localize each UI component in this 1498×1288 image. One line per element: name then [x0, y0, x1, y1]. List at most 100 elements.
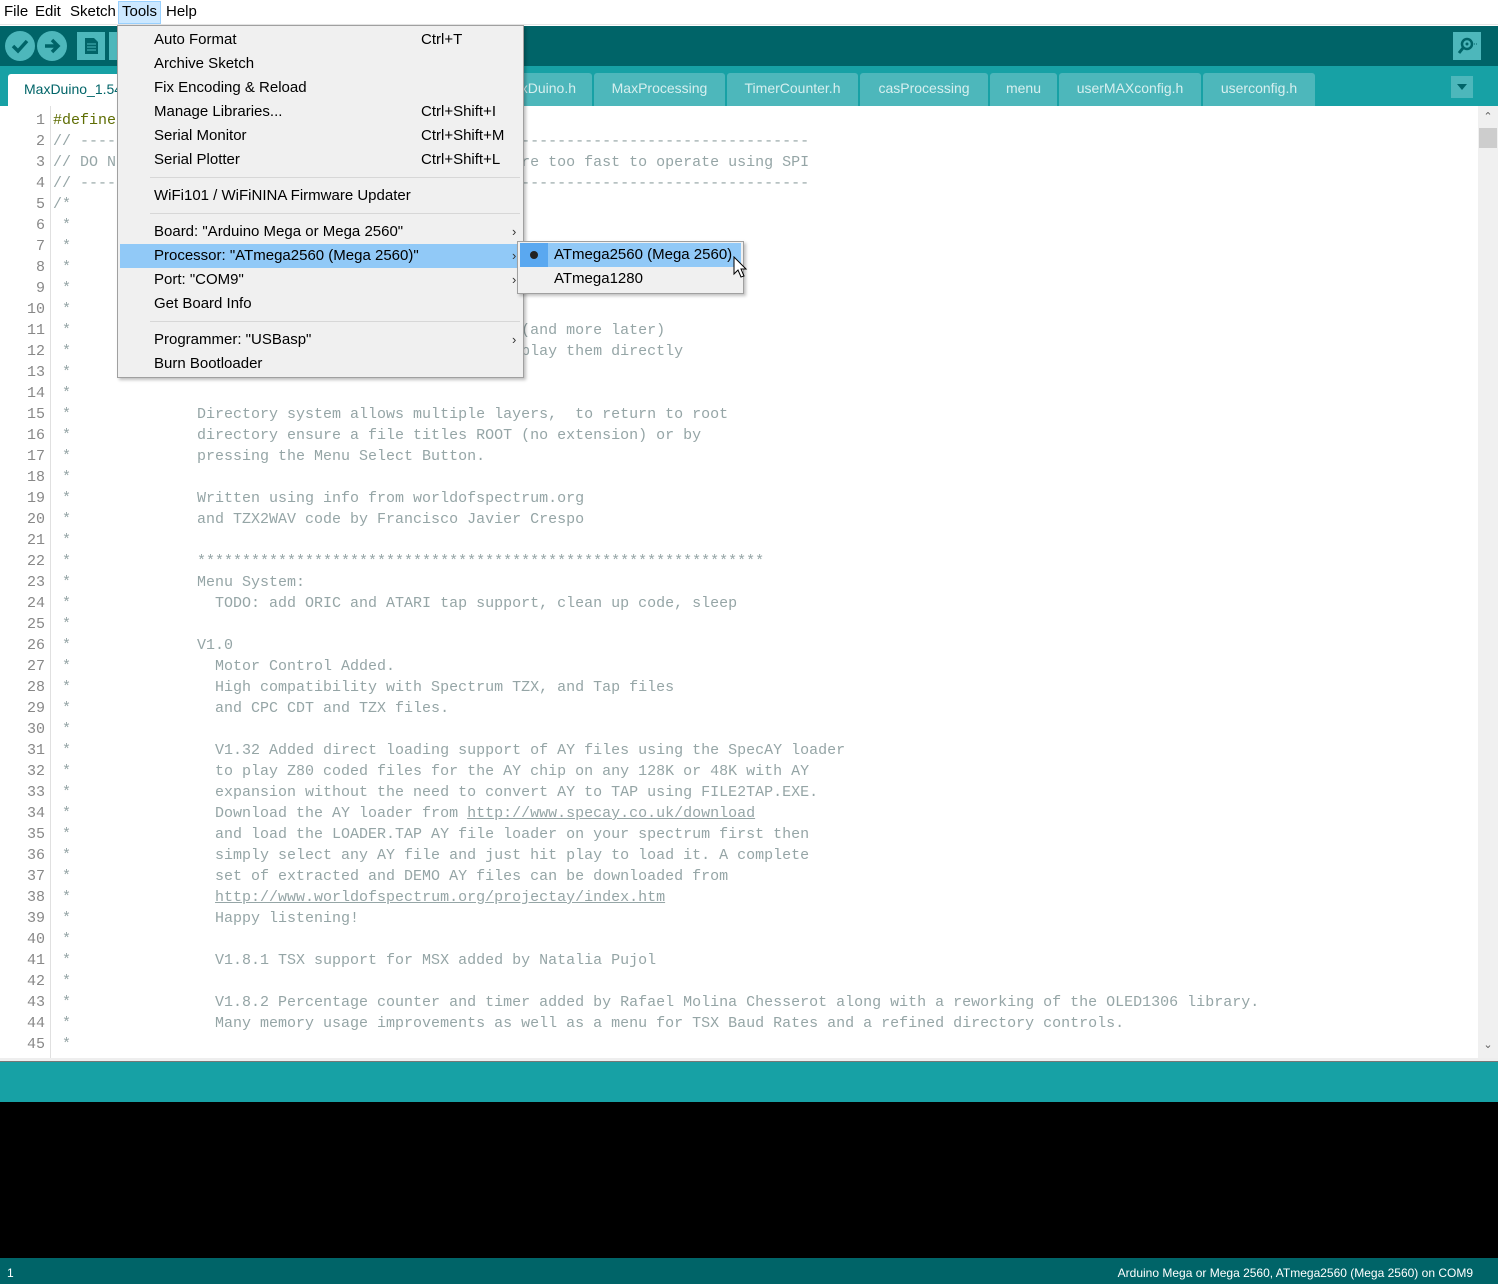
- menu-item-serial-plotter[interactable]: Serial Plotter Ctrl+Shift+L: [120, 148, 521, 172]
- code-line: 20 * and TZX2WAV code by Francisco Javie…: [0, 509, 1478, 530]
- processor-option-atmega1280[interactable]: ATmega1280: [520, 267, 741, 291]
- menu-item-processor[interactable]: Processor: "ATmega2560 (Mega 2560)" ›: [120, 244, 521, 268]
- tab-casprocessing[interactable]: casProcessing: [860, 73, 988, 106]
- code-text: *: [53, 259, 72, 276]
- code-text: *: [53, 364, 72, 381]
- menu-file[interactable]: File: [1, 1, 31, 24]
- code-text: *: [53, 217, 72, 234]
- message-area: [0, 1062, 1498, 1102]
- code-line: 43 * V1.8.2 Percentage counter and timer…: [0, 992, 1478, 1013]
- menu-item-firmware-updater[interactable]: WiFi101 / WiFiNINA Firmware Updater: [120, 184, 521, 208]
- menu-item-burn-bootloader[interactable]: Burn Bootloader: [120, 352, 521, 376]
- line-number: 4: [35, 175, 45, 192]
- code-line: 32 * to play Z80 coded files for the AY …: [0, 761, 1478, 782]
- line-number: 28: [26, 679, 45, 696]
- line-number: 3: [35, 154, 45, 171]
- shortcut: Ctrl+Shift+M: [421, 127, 505, 144]
- menu-tools[interactable]: Tools: [118, 1, 162, 24]
- menu-item-programmer[interactable]: Programmer: "USBasp" ›: [120, 328, 521, 352]
- line-number: 5: [35, 196, 45, 213]
- menu-bar: File Edit Sketch Tools Help: [0, 0, 1498, 25]
- line-number: 12: [26, 343, 45, 360]
- new-button[interactable]: [77, 32, 105, 60]
- menu-help[interactable]: Help: [163, 1, 200, 24]
- label: Manage Libraries...: [154, 103, 283, 120]
- menu-sketch[interactable]: Sketch: [67, 1, 119, 24]
- scroll-down-icon[interactable]: ⌄: [1478, 1036, 1498, 1054]
- menu-edit[interactable]: Edit: [32, 1, 64, 24]
- chevron-right-icon: ›: [512, 224, 517, 239]
- menu-item-fix-encoding[interactable]: Fix Encoding & Reload: [120, 76, 521, 100]
- menu-item-port[interactable]: Port: "COM9" ›: [120, 268, 521, 292]
- code-text: *: [53, 301, 72, 318]
- line-number: 7: [35, 238, 45, 255]
- code-text: *: [53, 532, 72, 549]
- code-line: 27 * Motor Control Added.: [0, 656, 1478, 677]
- line-number: 31: [26, 742, 45, 759]
- chevron-right-icon: ›: [512, 248, 517, 263]
- line-number: 36: [26, 847, 45, 864]
- label: Serial Monitor: [154, 127, 247, 144]
- tab-menu-button[interactable]: [1451, 76, 1473, 98]
- arrow-right-icon: [45, 38, 61, 54]
- code-line: 36 * simply select any AY file and just …: [0, 845, 1478, 866]
- line-number: 45: [26, 1036, 45, 1053]
- code-line: 23 * Menu System:: [0, 572, 1478, 593]
- code-text: * set of extracted and DEMO AY files can…: [53, 868, 729, 885]
- menu-item-auto-format[interactable]: Auto Format Ctrl+T: [120, 28, 521, 52]
- scroll-up-icon[interactable]: ⌃: [1478, 108, 1498, 126]
- menu-item-serial-monitor[interactable]: Serial Monitor Ctrl+Shift+M: [120, 124, 521, 148]
- vertical-scrollbar[interactable]: ⌃ ⌄: [1478, 106, 1498, 1058]
- tab-menu[interactable]: menu: [990, 73, 1057, 106]
- upload-button[interactable]: [37, 31, 67, 61]
- code-text: #define: [53, 112, 117, 129]
- menu-item-manage-libraries[interactable]: Manage Libraries... Ctrl+Shift+I: [120, 100, 521, 124]
- code-text: * V1.32 Added direct loading support of …: [53, 742, 846, 759]
- tab-usermaxconfig[interactable]: userMAXconfig.h: [1059, 73, 1201, 106]
- code-line: 45 *: [0, 1034, 1478, 1055]
- code-line: 44 * Many memory usage improvements as w…: [0, 1013, 1478, 1034]
- line-number: 30: [26, 721, 45, 738]
- menu-item-get-board-info[interactable]: Get Board Info: [120, 292, 521, 316]
- code-text: * directory ensure a file titles ROOT (n…: [53, 427, 702, 444]
- code-line: 22 * ***********************************…: [0, 551, 1478, 572]
- code-text: *: [53, 931, 72, 948]
- line-number: 37: [26, 868, 45, 885]
- code-text: *: [53, 721, 72, 738]
- radio-bullet-icon: [530, 251, 538, 259]
- tab-timercounter[interactable]: TimerCounter.h: [727, 73, 858, 106]
- code-text: /*: [53, 196, 72, 213]
- code-link[interactable]: http://www.worldofspectrum.org/projectay…: [215, 889, 665, 906]
- code-text: * V1.8.1 TSX support for MSX added by Na…: [53, 952, 657, 969]
- scrollbar-thumb[interactable]: [1479, 128, 1497, 148]
- code-line: 26 * V1.0: [0, 635, 1478, 656]
- serial-monitor-button[interactable]: [1453, 32, 1481, 60]
- tab-userconfig[interactable]: userconfig.h: [1203, 73, 1315, 106]
- line-number: 41: [26, 952, 45, 969]
- verify-button[interactable]: [5, 31, 35, 61]
- code-link[interactable]: http://www.specay.co.uk/download: [467, 805, 755, 822]
- line-number: 26: [26, 637, 45, 654]
- line-number: 11: [26, 322, 45, 339]
- code-line: 38 * http://www.worldofspectrum.org/proj…: [0, 887, 1478, 908]
- code-text: *: [53, 385, 72, 402]
- code-text: * High compatibility with Spectrum TZX, …: [53, 679, 675, 696]
- line-number: 23: [26, 574, 45, 591]
- line-number: 18: [26, 469, 45, 486]
- line-number: 24: [26, 595, 45, 612]
- code-text: * Motor Control Added.: [53, 658, 396, 675]
- line-number: 2: [35, 133, 45, 150]
- code-text: *: [53, 973, 72, 990]
- code-text: * V1.0: [53, 637, 234, 654]
- code-line: 15 * Directory system allows multiple la…: [0, 404, 1478, 425]
- processor-option-atmega2560[interactable]: ATmega2560 (Mega 2560): [520, 243, 741, 267]
- code-line: 39 * Happy listening!: [0, 908, 1478, 929]
- menu-item-archive-sketch[interactable]: Archive Sketch: [120, 52, 521, 76]
- code-line: 40 *: [0, 929, 1478, 950]
- shortcut: Ctrl+T: [421, 31, 463, 48]
- tab-maxprocessing[interactable]: MaxProcessing: [594, 73, 725, 106]
- code-text: * http://www.worldofspectrum.org/project…: [53, 889, 666, 906]
- label: WiFi101 / WiFiNINA Firmware Updater: [154, 187, 411, 204]
- code-line: 17 * pressing the Menu Select Button.: [0, 446, 1478, 467]
- menu-item-board[interactable]: Board: "Arduino Mega or Mega 2560" ›: [120, 220, 521, 244]
